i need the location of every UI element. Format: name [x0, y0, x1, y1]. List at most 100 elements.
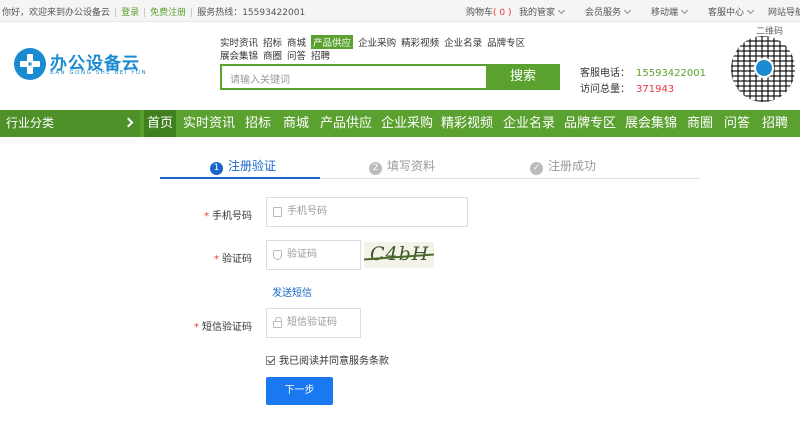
- visits-label: 访问总量：: [580, 84, 630, 95]
- step-number: 1: [210, 162, 223, 175]
- terms-checkbox[interactable]: [266, 356, 275, 365]
- nav-item-news[interactable]: 实时资讯: [183, 110, 235, 137]
- site-nav-menu[interactable]: 网站导航: [768, 5, 800, 18]
- login-link[interactable]: 登录: [121, 8, 139, 18]
- chevron-down-icon: [746, 6, 755, 15]
- cart-label: 购物车: [466, 8, 494, 18]
- send-sms-link[interactable]: 发送短信: [272, 284, 312, 299]
- step-label: 填写资料: [387, 159, 436, 173]
- captcha-field-label: * 验证码: [162, 250, 252, 265]
- top-bar: 你好，欢迎来到办公设备云 | 登录 | 免费注册 | 服务热线：15593422001 购物…: [0, 0, 800, 22]
- chevron-right-icon: [123, 117, 134, 128]
- required-mark: *: [214, 254, 219, 265]
- divider: |: [143, 8, 147, 18]
- mobile-menu[interactable]: 移动端: [651, 5, 689, 18]
- category-menu[interactable]: 行业分类: [0, 110, 140, 137]
- cart-link[interactable]: 购物车( 0 ): [466, 5, 512, 18]
- qr-logo-icon: [754, 58, 774, 78]
- nav-item-expo[interactable]: 展会集锦: [625, 110, 677, 137]
- captcha-image[interactable]: C4bH: [364, 242, 434, 268]
- header-link[interactable]: 招聘: [311, 48, 330, 62]
- my-account-menu[interactable]: 我的管家: [519, 5, 566, 18]
- chevron-down-icon: [623, 6, 632, 15]
- divider: |: [190, 8, 194, 18]
- terms-text: 我已阅读并同意服务条款: [279, 356, 389, 367]
- hotline-text: 服务热线：15593422001: [197, 8, 306, 18]
- header-links-row1: 实时资讯 招标 商城 产品供应 企业采购 精彩视频 企业名录 品牌专区: [220, 35, 530, 49]
- header-link[interactable]: 企业名录: [444, 35, 482, 49]
- header-link[interactable]: 精彩视频: [401, 35, 439, 49]
- nav-item-directory[interactable]: 企业名录: [503, 110, 555, 137]
- step-label: 注册验证: [228, 159, 277, 173]
- sms-label-text: 短信验证码: [202, 322, 252, 333]
- search-input[interactable]: 请输入关键词: [220, 64, 486, 90]
- visits-value: 371943: [636, 84, 675, 95]
- step-success: ✓ 注册成功: [530, 157, 596, 175]
- logo-icon[interactable]: [14, 48, 46, 80]
- nav-item-tender[interactable]: 招标: [245, 110, 271, 137]
- phone-field-label: * 手机号码: [162, 207, 252, 222]
- header-link-active[interactable]: 产品供应: [311, 35, 354, 49]
- step-label: 注册成功: [548, 159, 597, 173]
- step-verify: 1 注册验证: [210, 157, 276, 175]
- header-links-row2: 展会集锦 商圈 问答 招聘: [220, 48, 335, 62]
- qr-label: 二维码: [756, 27, 784, 37]
- phone-input[interactable]: 手机号码: [266, 197, 468, 227]
- captcha-input[interactable]: 验证码: [266, 240, 361, 270]
- terms-agreement[interactable]: 我已阅读并同意服务条款: [266, 352, 389, 367]
- phone-label-text: 手机号码: [212, 211, 252, 222]
- lock-icon: [273, 317, 282, 328]
- nav-item-purchase[interactable]: 企业采购: [381, 110, 433, 137]
- nav-item-qa[interactable]: 问答: [724, 110, 750, 137]
- phone-label: 客服电话：: [580, 68, 630, 79]
- mobile-label: 移动端: [651, 8, 679, 18]
- divider: |: [114, 8, 118, 18]
- nav-item-jobs[interactable]: 招聘: [762, 110, 788, 137]
- my-account-label: 我的管家: [519, 8, 556, 18]
- top-bar-left: 你好，欢迎来到办公设备云 | 登录 | 免费注册 | 服务热线：15593422001: [2, 5, 305, 18]
- header-link[interactable]: 问答: [287, 48, 306, 62]
- member-service-menu[interactable]: 会员服务: [585, 5, 632, 18]
- next-step-button[interactable]: 下一步: [266, 377, 333, 405]
- header-link[interactable]: 展会集锦: [220, 48, 258, 62]
- main-nav: 行业分类 首页 实时资讯 招标 商城 产品供应 企业采购 精彩视频 企业名录 品…: [0, 110, 800, 137]
- nav-item-brands[interactable]: 品牌专区: [564, 110, 616, 137]
- nav-item-circle[interactable]: 商圈: [687, 110, 713, 137]
- captcha-placeholder: 验证码: [287, 249, 317, 260]
- nav-item-mall[interactable]: 商城: [283, 110, 309, 137]
- register-link[interactable]: 免费注册: [150, 8, 186, 18]
- phone-placeholder: 手机号码: [287, 206, 327, 217]
- header-link[interactable]: 实时资讯: [220, 35, 258, 49]
- phone-icon: [273, 207, 282, 217]
- visit-count: 访问总量： 371943: [580, 80, 674, 95]
- header-link[interactable]: 商城: [287, 35, 306, 49]
- header-link[interactable]: 品牌专区: [487, 35, 525, 49]
- customer-center-label: 客服中心: [708, 8, 745, 18]
- customer-center-menu[interactable]: 客服中心: [708, 5, 755, 18]
- service-phone: 客服电话： 15593422001: [580, 64, 706, 79]
- captcha-label-text: 验证码: [222, 254, 252, 265]
- header-link[interactable]: 企业采购: [358, 35, 396, 49]
- nav-item-supply[interactable]: 产品供应: [320, 110, 372, 137]
- shield-icon: [273, 250, 282, 260]
- required-mark: *: [204, 211, 209, 222]
- cart-count: ( 0 ): [493, 8, 512, 18]
- sms-placeholder: 短信验证码: [287, 317, 337, 328]
- nav-item-home[interactable]: 首页: [144, 110, 177, 137]
- chevron-down-icon: [557, 6, 566, 15]
- search-button[interactable]: 搜索: [486, 64, 560, 90]
- header-link[interactable]: 商圈: [263, 48, 282, 62]
- sms-field-label: * 短信验证码: [162, 318, 252, 333]
- step-progress-indicator: [160, 177, 320, 179]
- phone-value: 15593422001: [636, 68, 706, 79]
- step-fill-info: 2 填写资料: [369, 157, 435, 175]
- category-label: 行业分类: [6, 116, 55, 130]
- nav-item-videos[interactable]: 精彩视频: [441, 110, 493, 137]
- sms-code-input[interactable]: 短信验证码: [266, 308, 361, 338]
- step-number: 2: [369, 162, 382, 175]
- logo-subtitle: BAN GONG SHE BEI YUN: [50, 70, 148, 76]
- header-link[interactable]: 招标: [263, 35, 282, 49]
- welcome-text: 你好，欢迎来到办公设备云: [2, 8, 111, 18]
- required-mark: *: [194, 322, 199, 333]
- site-nav-label: 网站导航: [768, 8, 800, 18]
